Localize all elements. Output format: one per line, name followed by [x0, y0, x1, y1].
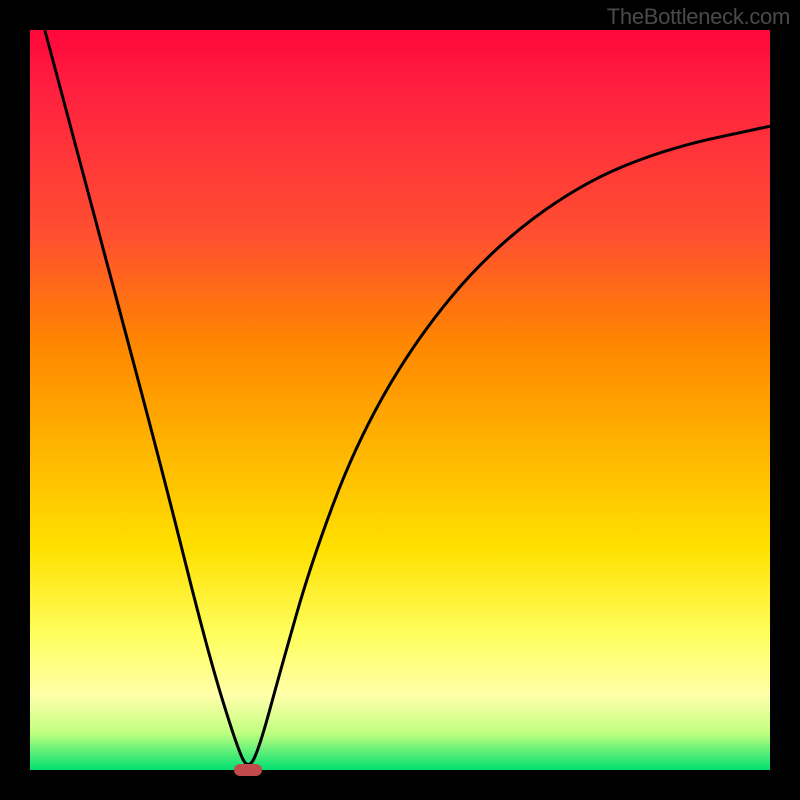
curve-path: [45, 30, 770, 764]
chart-area: [30, 30, 770, 770]
bottleneck-curve-plot: [30, 30, 770, 770]
watermark-text: TheBottleneck.com: [607, 4, 790, 30]
minimum-marker: [234, 764, 262, 776]
